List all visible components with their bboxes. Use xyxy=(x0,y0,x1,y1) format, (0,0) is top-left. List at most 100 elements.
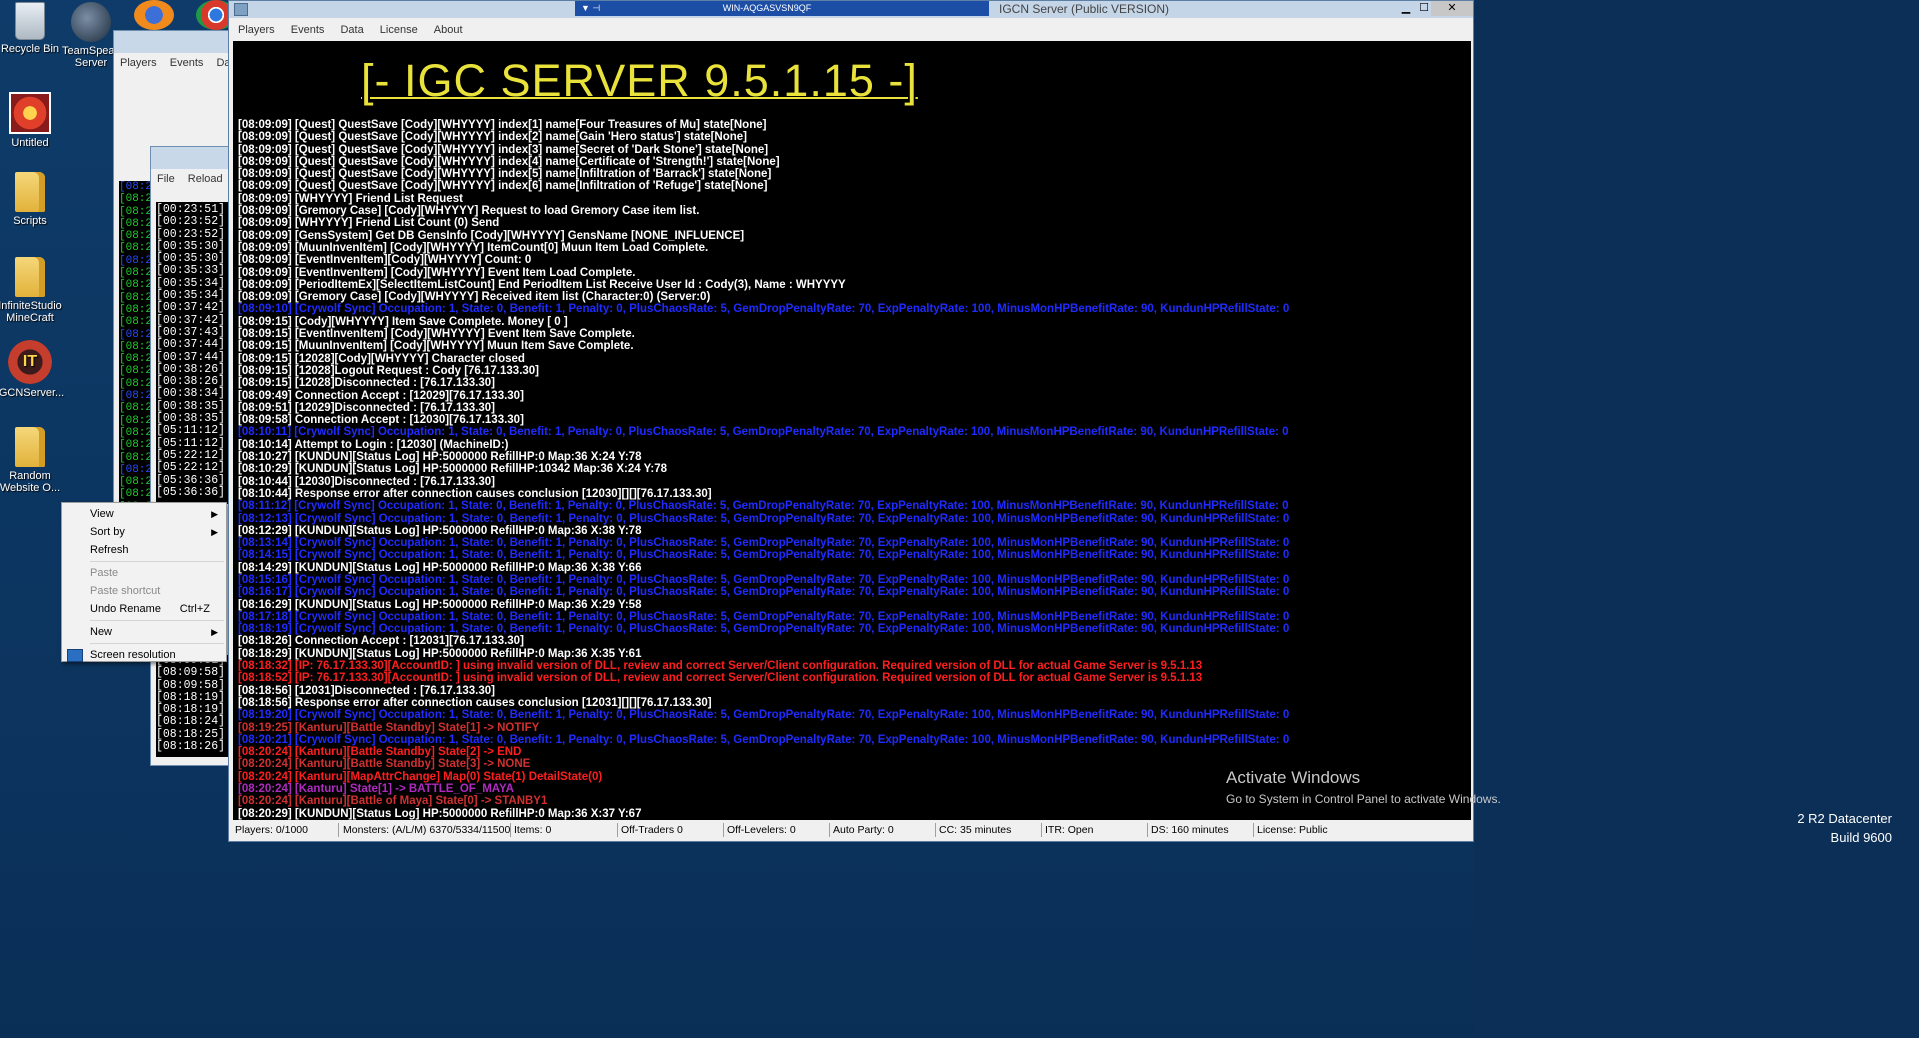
desktop-icon-igcnserver[interactable]: IT IGCNServer... xyxy=(0,340,68,399)
menu-events[interactable]: Events xyxy=(291,24,325,36)
log-line: [08:09:49] Connection Accept : [12029][7… xyxy=(238,389,524,402)
log-line: [08:09:10] [Crywolf Sync] Occupation: 1,… xyxy=(238,303,1290,316)
menu-item-paste-shortcut[interactable]: Paste shortcut xyxy=(62,582,226,600)
main-menu-bar: Players Events Data License About xyxy=(229,20,1473,40)
desktop-icon-label: Untitled xyxy=(11,137,49,149)
green-log-panel: [08:2 [08:2 [08:2 [08:2 [08:2 [08:2 [08:2 [08:2… xyxy=(119,181,153,523)
status-itr: ITR: Open xyxy=(1041,823,1148,837)
log-line: [08:13:14] [Crywolf Sync] Occupation: 1,… xyxy=(238,537,1290,550)
menu-item-paste[interactable]: Paste xyxy=(62,564,226,582)
menu-reload[interactable]: Reload xyxy=(188,173,223,185)
window-title: IGCN Server (Public VERSION) xyxy=(999,2,1170,16)
log-line: [08:09:09] [WHYYYY] Friend List Count (0… xyxy=(238,217,500,230)
status-bar: Players: 0/1000 Monsters: (A/L/M) 6370/5… xyxy=(229,822,1473,839)
folder-icon xyxy=(15,172,45,212)
menu-file[interactable]: File xyxy=(157,173,175,185)
status-off-levelers: Off-Levelers: 0 xyxy=(723,823,830,837)
menu-item-view[interactable]: View ▶ xyxy=(62,505,226,523)
log-line: [08:16:29] [KUNDUN][Status Log] HP:50000… xyxy=(238,598,642,611)
app-icon xyxy=(234,3,248,16)
log-line: [08:09:58] Connection Accept : [12030][7… xyxy=(238,414,524,427)
log-line: [08:09:09] [GensSystem] Get DB GensInfo … xyxy=(238,229,745,242)
menu-players[interactable]: Players xyxy=(120,57,157,69)
desktop-icon-infinitestudio[interactable]: InfiniteStudio MineCraft xyxy=(0,257,68,324)
activate-windows-watermark: Activate Windows Go to System in Control… xyxy=(1226,768,1501,806)
windows-edition-label: 2 R2 Datacenter xyxy=(1797,811,1892,826)
menu-item-sort-by[interactable]: Sort by ▶ xyxy=(62,523,226,541)
log-line: [08:09:09] [MuunInvenItem] [Cody][WHYYYY… xyxy=(238,241,709,254)
log-line: [08:18:32] [IP: 76.17.133.30][AccountID:… xyxy=(238,660,1203,673)
menu-item-screen-resolution[interactable]: Screen resolution xyxy=(62,646,226,664)
activate-title: Activate Windows xyxy=(1226,768,1361,787)
desktop: Recycle Bin TeamSpeak Server Untitled Sc… xyxy=(0,0,1919,1038)
firefox-icon[interactable] xyxy=(134,0,174,30)
log-line: [08:09:09] [Gremory Case] [Cody][WHYYYY]… xyxy=(238,291,711,304)
igc-server-window[interactable]: ▼ ⊣ WIN-AQGASVSN9QF IGCN Server (Public … xyxy=(228,0,1474,842)
status-players: Players: 0/1000 xyxy=(231,823,339,837)
menu-item-new[interactable]: New ▶ xyxy=(62,623,226,641)
log-line: [08:09:09] [Quest] QuestSave [Cody][WHYY… xyxy=(238,143,769,156)
menu-players[interactable]: Players xyxy=(238,24,275,36)
log-line: [08:09:15] [12028]Disconnected : [76.17.… xyxy=(238,377,495,390)
log-line: [08:20:24] [Kanturu][Battle Standby] Sta… xyxy=(238,746,522,759)
desktop-icon-label: Scripts xyxy=(13,215,47,227)
log-line: [08:18:56] [12031]Disconnected : [76.17.… xyxy=(238,684,495,697)
log-line: [08:11:12] [Crywolf Sync] Occupation: 1,… xyxy=(238,500,1289,513)
desktop-icon-label: InfiniteStudio MineCraft xyxy=(0,300,62,324)
menu-events[interactable]: Events xyxy=(170,57,204,69)
pin-icon[interactable]: ▼ ⊣ xyxy=(581,3,600,13)
menu-about[interactable]: About xyxy=(434,24,463,36)
log-line: [08:10:27] [KUNDUN][Status Log] HP:50000… xyxy=(238,451,642,464)
log-line: [08:10:44] Response error after connecti… xyxy=(238,487,712,500)
status-ds: DS: 160 minutes xyxy=(1147,823,1254,837)
window-titlebar[interactable]: ▼ ⊣ WIN-AQGASVSN9QF IGCN Server (Public … xyxy=(229,1,1473,18)
folder-icon xyxy=(15,257,45,297)
menu-separator xyxy=(90,620,224,621)
log-line: [08:18:29] [KUNDUN][Status Log] HP:50000… xyxy=(238,647,642,660)
desktop-icon-untitled[interactable]: Untitled xyxy=(0,92,68,149)
log-line: [08:14:29] [KUNDUN][Status Log] HP:50000… xyxy=(238,561,642,574)
windows-build-label: Build 9600 xyxy=(1830,830,1892,845)
remote-host-label: WIN-AQGASVSN9QF xyxy=(722,3,812,13)
folder-icon xyxy=(15,427,45,467)
log-line: [08:09:15] [12028][Cody][WHYYYY] Charact… xyxy=(238,352,525,365)
log-line: [08:15:16] [Crywolf Sync] Occupation: 1,… xyxy=(238,573,1290,586)
log-line: [08:12:29] [KUNDUN][Status Log] HP:50000… xyxy=(238,524,642,537)
menu-item-undo-rename[interactable]: Undo Rename Ctrl+Z xyxy=(62,600,226,618)
remote-session-bar[interactable]: ▼ ⊣ WIN-AQGASVSN9QF xyxy=(575,1,989,16)
log-line: [08:12:13] [Crywolf Sync] Occupation: 1,… xyxy=(238,512,1290,525)
log-line: [08:10:44] [12030]Disconnected : [76.17.… xyxy=(238,475,495,488)
chevron-right-icon: ▶ xyxy=(211,627,218,637)
menu-item-refresh[interactable]: Refresh xyxy=(62,541,226,559)
menu-separator xyxy=(90,643,224,644)
menu-data[interactable]: Data xyxy=(340,24,363,36)
log-line: [08:09:09] [PeriodItemEx][SelectItemList… xyxy=(238,278,846,291)
log-line: [08:09:09] [WHYYYY] Friend List Request xyxy=(238,192,463,205)
desktop-icon-label: Random Website O... xyxy=(0,470,61,494)
log-line: [08:09:15] [EventInvenItem] [Cody][WHYYY… xyxy=(238,328,635,341)
shortcut-label: Ctrl+Z xyxy=(179,603,210,615)
status-monsters: Monsters: (A/L/M) 6370/5334/11500 xyxy=(339,823,511,837)
log-line: [08:19:20] [Crywolf Sync] Occupation: 1,… xyxy=(238,709,1290,722)
desktop-icon-scripts[interactable]: Scripts xyxy=(0,172,68,227)
log-line: [08:09:09] [Gremory Case] [Cody][WHYYYY]… xyxy=(238,205,700,218)
log-line: [08:10:14] Attempt to Login : [12030] (M… xyxy=(238,438,509,451)
chevron-right-icon: ▶ xyxy=(211,527,218,537)
desktop-right-area: 2 R2 Datacenter Build 9600 xyxy=(1474,0,1919,1038)
log-line: [08:09:09] [Quest] QuestSave [Cody][WHYY… xyxy=(238,180,768,193)
log-line: [08:18:19] [Crywolf Sync] Occupation: 1,… xyxy=(238,623,1290,636)
log-line: [08:20:29] [KUNDUN][Status Log] HP:50000… xyxy=(238,807,642,820)
log-line: [08:09:15] [MuunInvenItem] [Cody][WHYYYY… xyxy=(238,340,634,353)
close-icon[interactable]: ✕ xyxy=(1431,1,1473,16)
server-log-panel[interactable]: [08:09:09] [Quest] QuestSave [Cody][WHYY… xyxy=(233,119,1471,820)
menu-license[interactable]: License xyxy=(380,24,418,36)
desktop-context-menu: View ▶ Sort by ▶ Refresh Paste Paste short… xyxy=(61,502,227,662)
log-line: [08:09:09] [Quest] QuestSave [Cody][WHYY… xyxy=(238,168,772,181)
log-line: [08:09:15] [12028]Logout Request : Cody … xyxy=(238,364,540,377)
status-off-traders: Off-Traders 0 xyxy=(617,823,724,837)
log-line: [08:09:09] [Quest] QuestSave [Cody][WHYY… xyxy=(238,119,767,131)
log-line: [08:17:18] [Crywolf Sync] Occupation: 1,… xyxy=(238,610,1290,623)
log-line: [08:18:52] [IP: 76.17.133.30][AccountID:… xyxy=(238,672,1203,685)
menu-separator xyxy=(90,561,224,562)
desktop-icon-random-website[interactable]: Random Website O... xyxy=(0,427,68,494)
